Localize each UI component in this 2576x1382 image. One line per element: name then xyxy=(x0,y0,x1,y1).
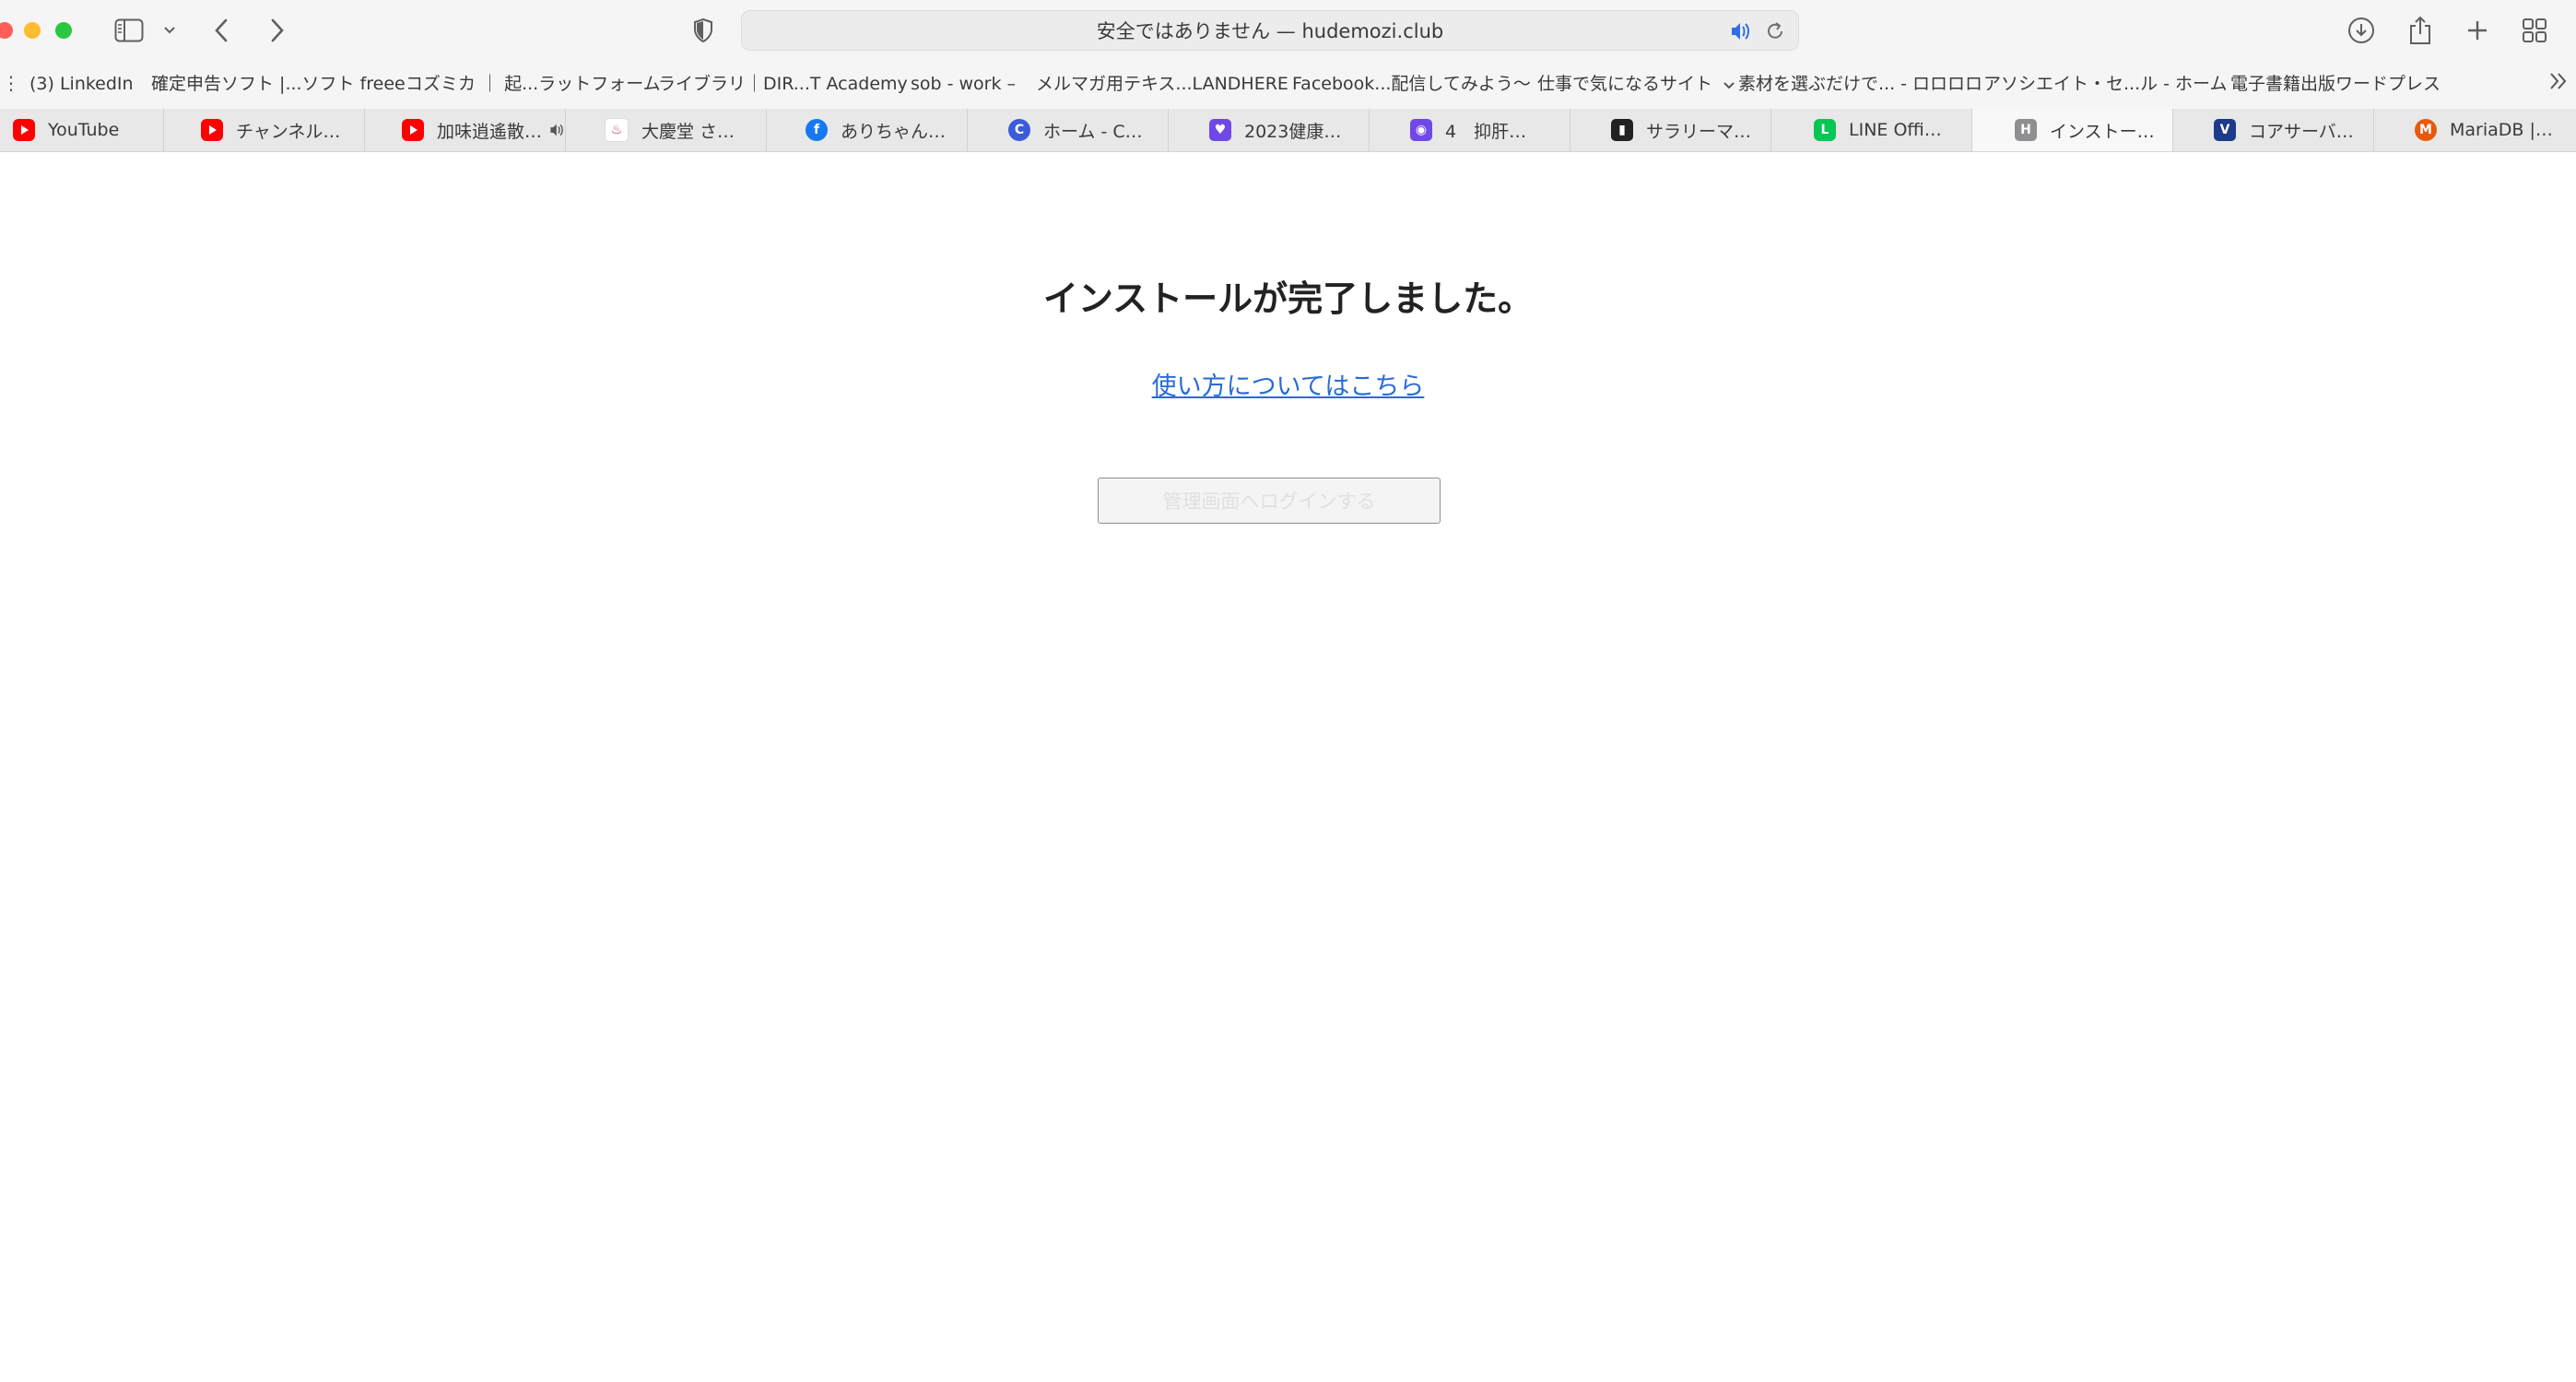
bookmark-item[interactable]: コズミカ ｜ 起...ラットフォーム xyxy=(406,59,661,109)
facebook-icon: f xyxy=(806,119,828,141)
page-title: インストールが完了しました。 xyxy=(1042,278,1534,319)
bookmark-folder[interactable]: 仕事で気になるサイト xyxy=(1537,59,1735,109)
bookmark-item[interactable]: メルマガ用テキス...LANDHERE xyxy=(1036,59,1288,109)
daikeido-icon: ♨ xyxy=(605,118,629,142)
tab-2023-health[interactable]: ♥ 2023健康… xyxy=(1169,109,1370,151)
tab-title: MariaDB |… xyxy=(2450,120,2553,140)
tab-title: インストー… xyxy=(2050,121,2155,142)
h-icon: H xyxy=(2015,119,2037,141)
bookmark-item[interactable]: ライブラリ｜DIR...T Academy xyxy=(658,59,908,109)
tab-home[interactable]: C ホーム - C… xyxy=(968,109,1169,151)
new-tab-icon[interactable] xyxy=(2463,13,2492,48)
bookmark-item[interactable]: sob - work – xyxy=(911,59,1016,109)
tab-yokukansan[interactable]: ◉ 4 抑肝… xyxy=(1370,109,1570,151)
tab-title: 4 抑肝… xyxy=(1445,121,1527,142)
zoom-window-button[interactable] xyxy=(55,22,72,39)
minimize-window-button[interactable] xyxy=(24,22,41,39)
tab-mariadb[interactable]: M MariaDB |… xyxy=(2374,109,2576,151)
tab-title: コアサーバ… xyxy=(2249,121,2354,142)
tab-title: 加味逍遙散… xyxy=(437,121,543,142)
tab-line-official[interactable]: L LINE Offi… xyxy=(1771,109,1972,151)
tab-title: チャンネル… xyxy=(236,121,341,142)
tab-install[interactable]: H インストー… xyxy=(1972,109,2173,151)
tab-coreserver[interactable]: V コアサーバ… xyxy=(2173,109,2374,151)
bookmark-item[interactable]: 電子書籍出版ワードプレス xyxy=(2230,59,2441,109)
browser-toolbar: 安全ではありません — hudemozi.club xyxy=(0,0,2576,59)
mariadb-icon: M xyxy=(2415,119,2437,141)
page-content: インストールが完了しました。 使い方についてはこちら 管理画面へログインする xyxy=(0,152,2576,1382)
bookmark-item[interactable]: アソシエイト・セ...ル - ホーム xyxy=(1983,59,2228,109)
tab-title: ホーム - C… xyxy=(1043,121,1143,142)
admin-login-button[interactable]: 管理画面へログインする xyxy=(1098,478,1441,524)
share-icon[interactable] xyxy=(2405,13,2435,48)
tab-bar: YouTube チャンネル… 加味逍遙散… ♨ 大慶堂 さ… f ありちゃん… … xyxy=(0,109,2576,152)
bookmark-folder-label: 仕事で気になるサイト xyxy=(1537,74,1713,94)
help-link-wrapper: 使い方についてはこちら xyxy=(0,366,2576,402)
c-icon: C xyxy=(1008,119,1030,141)
speaker-icon[interactable] xyxy=(1730,21,1752,45)
forward-icon[interactable] xyxy=(265,13,290,48)
sidebar-toggle-icon[interactable] xyxy=(111,13,147,48)
youtube-icon xyxy=(13,119,35,141)
chevron-down-icon[interactable] xyxy=(159,13,181,48)
address-bar[interactable]: 安全ではありません — hudemozi.club xyxy=(741,10,1799,51)
back-icon[interactable] xyxy=(208,13,234,48)
tab-kamishoyosan[interactable]: 加味逍遙散… xyxy=(365,109,566,151)
chart-icon: ▮ xyxy=(1611,119,1633,141)
chevron-down-icon xyxy=(1723,82,1735,89)
tab-title: YouTube xyxy=(48,120,120,140)
tab-title: 大慶堂 さ… xyxy=(641,121,735,142)
bookmark-item[interactable]: (3) LinkedIn xyxy=(29,59,134,109)
more-bookmarks-icon[interactable] xyxy=(2548,70,2569,96)
tab-overview-icon[interactable] xyxy=(2520,13,2549,48)
bookmark-item[interactable]: 確定申告ソフト |...ソフト freee xyxy=(151,59,406,109)
youtube-icon xyxy=(402,119,424,141)
speaker-icon[interactable] xyxy=(549,121,565,139)
tab-title: サラリーマ… xyxy=(1646,121,1752,142)
youtube-icon xyxy=(201,119,223,141)
downloads-icon[interactable] xyxy=(2347,13,2376,48)
bookmark-item[interactable]: Facebook...配信してみよう〜 xyxy=(1292,59,1531,109)
tab-daikeido[interactable]: ♨ 大慶堂 さ… xyxy=(566,109,767,151)
reload-icon[interactable] xyxy=(1765,21,1785,45)
line-icon: L xyxy=(1814,119,1836,141)
usage-help-link[interactable]: 使い方についてはこちら xyxy=(1152,372,1425,401)
address-text: 安全ではありません — hudemozi.club xyxy=(1096,20,1444,42)
tab-title: LINE Offi… xyxy=(1849,120,1942,140)
v-icon: V xyxy=(2214,119,2236,141)
tab-salaryman[interactable]: ▮ サラリーマ… xyxy=(1570,109,1771,151)
tab-arichan[interactable]: f ありちゃん… xyxy=(767,109,968,151)
bookmarks-bar: ⋮ (3) LinkedIn 確定申告ソフト |...ソフト freee コズミ… xyxy=(0,59,2576,109)
podcast-icon: ◉ xyxy=(1410,119,1432,141)
tab-title: 2023健康… xyxy=(1244,121,1342,142)
tab-channel[interactable]: チャンネル… xyxy=(164,109,365,151)
privacy-shield-icon[interactable] xyxy=(689,13,717,48)
bookmarks-handle-icon: ⋮ xyxy=(2,72,20,94)
close-window-button[interactable] xyxy=(0,22,13,39)
chat-icon: ♥ xyxy=(1209,119,1231,141)
bookmark-item[interactable]: 素材を選ぶだけで... - ロロロロ xyxy=(1738,59,1982,109)
tab-title: ありちゃん… xyxy=(841,121,947,142)
tab-youtube[interactable]: YouTube xyxy=(0,109,164,151)
